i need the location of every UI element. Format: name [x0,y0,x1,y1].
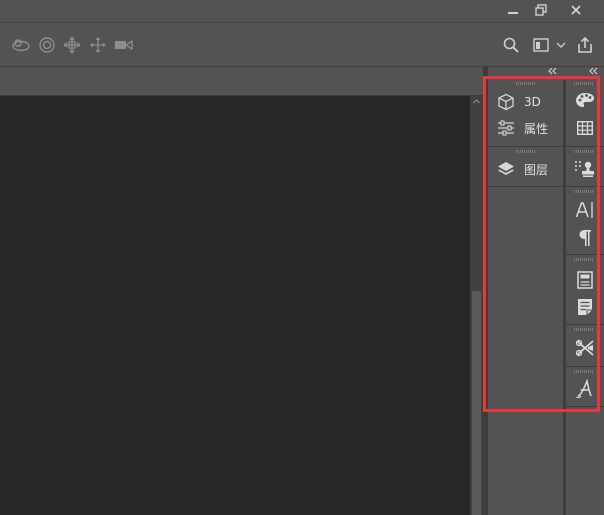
paragraph-styles-icon [577,271,593,289]
panel-group-grip[interactable] [516,82,536,85]
tool-presets-panel-button[interactable] [569,335,601,361]
palette-icon [576,93,594,107]
close-button[interactable] [560,0,592,20]
icon-group-grip[interactable] [574,328,594,331]
panel-layers-label: 图层 [524,162,549,177]
scale-3d-icon [115,39,133,51]
paragraph-styles-panel-button[interactable] [569,267,601,293]
swatches-panel-button[interactable] [569,115,601,141]
panel-layers[interactable]: 图层 [496,158,548,180]
restore-button[interactable] [525,0,557,20]
collapse-panels-icon[interactable] [547,66,557,76]
glyphs-panel-button[interactable] [569,376,601,402]
close-icon [571,5,581,15]
sliders-icon [496,118,516,138]
pan-3d-icon [63,36,81,54]
icon-group-grip[interactable] [574,190,594,193]
scale-3d-button[interactable] [114,35,134,55]
panel-dock-expanded: 3D 属性 图层 [488,67,563,515]
panel-group-divider [488,186,563,187]
roll-3d-button[interactable] [37,35,57,55]
document-tab-bar [0,67,484,96]
character-panel-button[interactable] [569,197,601,223]
paragraph-icon [579,230,591,246]
pan-3d-button[interactable] [62,35,82,55]
scrollbar-thumb[interactable] [472,291,481,515]
expand-panels-icon[interactable] [588,66,598,76]
panel-3d-label: 3D [524,95,541,109]
panel-group-grip[interactable] [516,150,536,153]
vertical-scrollbar[interactable] [470,96,483,515]
workspace-icon [533,38,549,52]
tool-presets-icon [575,339,594,357]
minimize-icon [508,12,518,14]
icon-group-divider [566,186,604,187]
character-styles-icon [578,299,592,315]
restore-icon [535,4,547,16]
orbit-3d-button[interactable] [11,35,31,55]
panel-dock-iconic [566,67,604,515]
panel-properties-label: 属性 [524,121,549,136]
layers-icon [496,159,516,179]
clone-source-panel-button[interactable] [569,156,601,182]
color-panel-button[interactable] [569,87,601,113]
title-bar [0,0,604,23]
panel-properties[interactable]: 属性 [496,117,548,139]
swatches-icon [577,121,593,135]
paragraph-panel-button[interactable] [569,225,601,251]
slide-3d-button[interactable] [88,35,108,55]
icon-group-divider [566,146,604,147]
icon-group-grip[interactable] [574,370,594,373]
slide-3d-icon [90,37,106,53]
cube-icon [496,92,516,112]
icon-group-divider [566,366,604,367]
icon-group-grip[interactable] [574,150,594,153]
options-bar [0,23,604,67]
character-icon [575,202,593,218]
search-button[interactable] [502,35,520,55]
icon-group-divider [566,406,604,407]
scroll-up-icon[interactable] [473,98,480,105]
panel-group-divider [488,146,563,147]
canvas-area[interactable] [0,96,470,515]
roll-3d-icon [39,37,55,53]
orbit-3d-icon [12,39,30,52]
share-button[interactable] [575,35,595,55]
icon-group-grip[interactable] [574,82,594,85]
glyphs-icon [576,379,592,399]
search-icon [503,37,519,53]
workspace-button[interactable] [532,35,550,55]
chevron-down-icon [556,42,566,48]
icon-group-divider [566,324,604,325]
workspace-dropdown[interactable] [555,35,567,55]
panel-3d[interactable]: 3D [496,91,541,113]
icon-group-divider [566,254,604,255]
character-styles-panel-button[interactable] [569,294,601,320]
share-icon [578,36,592,53]
icon-group-grip[interactable] [574,258,594,261]
clone-source-icon [575,161,594,177]
